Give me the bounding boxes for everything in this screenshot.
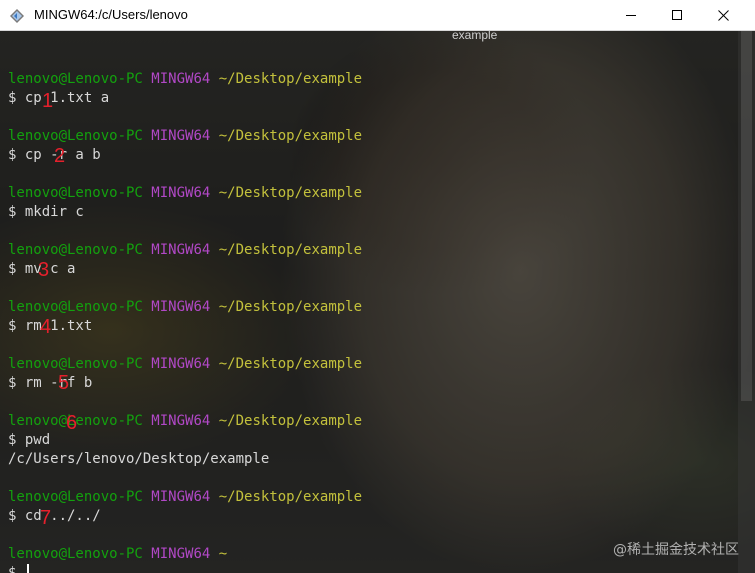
prompt-user: lenovo@Lenovo-PC: [8, 299, 143, 315]
annotation-number: 5: [58, 372, 70, 394]
prompt-host: MINGW64: [151, 489, 211, 505]
prompt-home-path: ~: [218, 546, 228, 562]
prompt-host: MINGW64: [151, 299, 211, 315]
prompt-path: ~/Desktop/example: [218, 489, 363, 505]
prompt-path: ~/Desktop/example: [218, 413, 363, 429]
command-line: $ cp 1.txt a: [8, 90, 110, 106]
title-bar[interactable]: MINGW64:/c/Users/lenovo: [0, 0, 755, 31]
terminal-window: MINGW64:/c/Users/lenovo example lenovo@L…: [0, 0, 755, 573]
prompt-path: ~/Desktop/example: [218, 71, 363, 87]
annotation-number: 2: [54, 145, 66, 167]
annotation-number: 4: [40, 316, 52, 338]
prompt-host: MINGW64: [151, 413, 211, 429]
close-icon: [717, 10, 729, 21]
prompt-host: MINGW64: [151, 185, 211, 201]
terminal-output[interactable]: lenovo@Lenovo-PC MINGW64 ~/Desktop/examp…: [8, 51, 362, 573]
prompt-user: lenovo@Lenovo-PC: [8, 546, 143, 562]
prompt-path: ~/Desktop/example: [218, 299, 363, 315]
command-line: $ rm 1.txt: [8, 318, 93, 334]
minimize-icon: [625, 15, 636, 16]
prompt-line: lenovo@Lenovo-PC MINGW64 ~/Desktop/examp…: [8, 298, 362, 317]
prompt-line: lenovo@Lenovo-PC MINGW64 ~/Desktop/examp…: [8, 184, 362, 203]
prompt-host: MINGW64: [151, 71, 211, 87]
prompt-host: MINGW64: [151, 546, 211, 562]
maximize-icon: [671, 10, 682, 20]
close-button[interactable]: [700, 0, 746, 31]
prompt-user: lenovo@Lenovo-PC: [8, 489, 143, 505]
prompt-user: lenovo@Lenovo-PC: [8, 185, 143, 201]
prompt-line: lenovo@Lenovo-PC MINGW64 ~/Desktop/examp…: [8, 488, 362, 507]
prompt-host: MINGW64: [151, 128, 211, 144]
git-bash-icon: [9, 8, 25, 24]
command-line: $ mv c a: [8, 261, 76, 277]
annotation-number: 1: [42, 90, 54, 112]
prompt-path: ~/Desktop/example: [218, 242, 363, 258]
prompt-host: MINGW64: [151, 356, 211, 372]
minimize-button[interactable]: [608, 0, 654, 31]
command-output: /c/Users/lenovo/Desktop/example: [8, 451, 270, 467]
prompt-path: ~/Desktop/example: [218, 356, 363, 372]
prompt-host: MINGW64: [151, 242, 211, 258]
annotation-number: 3: [38, 259, 50, 281]
prompt-user: lenovo@Lenovo-PC: [8, 242, 143, 258]
input-line[interactable]: $: [8, 564, 362, 573]
input-prompt: $: [8, 565, 25, 573]
maximize-button[interactable]: [654, 0, 700, 31]
prompt-path: ~/Desktop/example: [218, 185, 363, 201]
ghost-caption: example: [452, 28, 498, 42]
prompt-user: lenovo@Lenovo-PC: [8, 356, 143, 372]
prompt-line: lenovo@Lenovo-PC MINGW64 ~: [8, 545, 362, 564]
command-line: $ mkdir c: [8, 204, 84, 220]
scrollbar-thumb[interactable]: [741, 31, 752, 401]
command-line: $ pwd: [8, 432, 51, 448]
prompt-line: lenovo@Lenovo-PC MINGW64 ~/Desktop/examp…: [8, 241, 362, 260]
window-title: MINGW64:/c/Users/lenovo: [34, 7, 188, 22]
annotation-number: 6: [66, 412, 78, 434]
prompt-user: lenovo@Lenovo-PC: [8, 71, 143, 87]
annotation-number: 7: [40, 507, 52, 529]
prompt-line: lenovo@Lenovo-PC MINGW64 ~/Desktop/examp…: [8, 412, 362, 431]
prompt-path: ~/Desktop/example: [218, 128, 363, 144]
command-line: $ cd ../../: [8, 508, 101, 524]
prompt-user: lenovo@Lenovo-PC: [8, 128, 143, 144]
watermark: @稀土掘金技术社区: [613, 542, 739, 558]
prompt-line: lenovo@Lenovo-PC MINGW64 ~/Desktop/examp…: [8, 70, 362, 89]
text-cursor: [26, 564, 29, 573]
scrollbar[interactable]: [738, 31, 755, 573]
prompt-line: lenovo@Lenovo-PC MINGW64 ~/Desktop/examp…: [8, 127, 362, 146]
